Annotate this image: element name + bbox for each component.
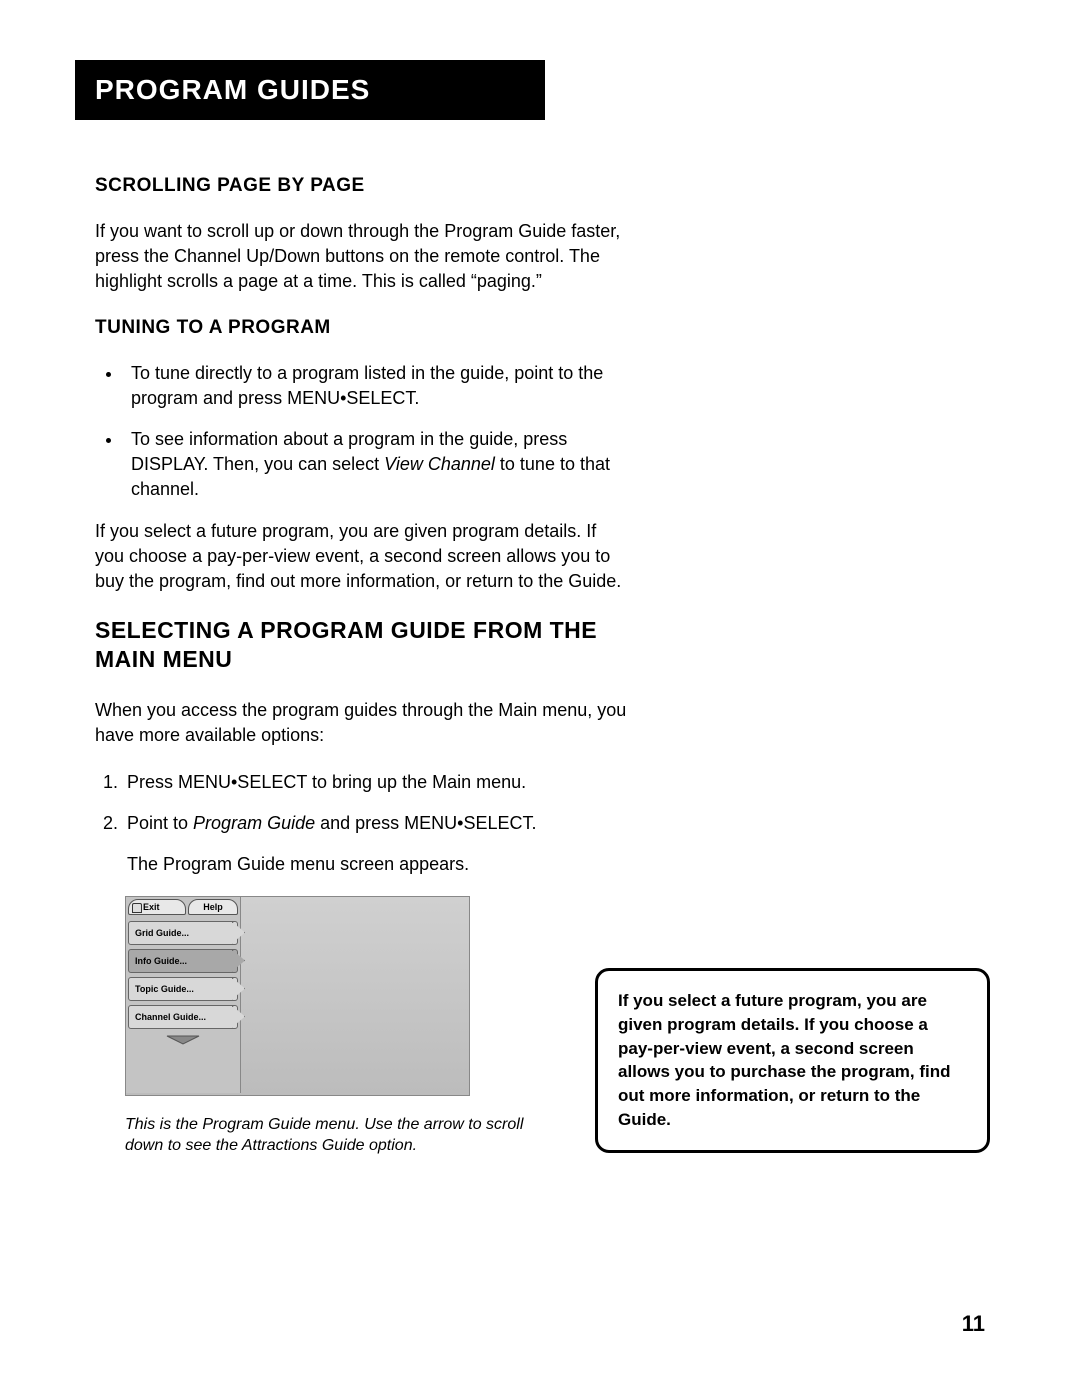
step-2: Point to Program Guide and press MENU•SE… <box>123 811 630 836</box>
menu-item-channel-guide[interactable]: Channel Guide... <box>128 1005 238 1029</box>
chevron-down-icon <box>163 1034 203 1046</box>
menu-panel: Exit Help Grid Guide... Info Guide... To… <box>126 897 241 1093</box>
heading-tuning: Tuning to a Program <box>95 317 630 339</box>
bullet-tune-direct: To tune directly to a program listed in … <box>123 361 630 411</box>
menu-item-grid-guide[interactable]: Grid Guide... <box>128 921 238 945</box>
page-number: 11 <box>962 1311 985 1337</box>
sidebar-note: If you select a future program, you are … <box>595 968 990 1153</box>
para-selecting-intro: When you access the program guides throu… <box>95 698 630 748</box>
step-italic: Program Guide <box>193 813 315 833</box>
step-1: Press MENU•SELECT to bring up the Main m… <box>123 770 630 795</box>
chapter-header: Program Guides <box>75 60 545 120</box>
tuning-bullets: To tune directly to a program listed in … <box>95 361 630 503</box>
para-tuning-after: If you select a future program, you are … <box>95 519 630 595</box>
bullet-tune-info: To see information about a program in th… <box>123 427 630 503</box>
menu-item-info-guide[interactable]: Info Guide... <box>128 949 238 973</box>
heading-selecting: Selecting a Program Guide from the Main … <box>95 616 630 674</box>
bullet-italic: View Channel <box>384 454 495 474</box>
heading-scrolling: Scrolling Page by Page <box>95 175 630 197</box>
menu-top-tabs: Exit Help <box>128 899 238 915</box>
main-content: Scrolling Page by Page If you want to sc… <box>95 175 630 1157</box>
help-tab[interactable]: Help <box>188 899 238 915</box>
selecting-steps: Press MENU•SELECT to bring up the Main m… <box>95 770 630 836</box>
chapter-title: Program Guides <box>95 74 370 106</box>
para-scrolling: If you want to scroll up or down through… <box>95 219 630 295</box>
step-2-sub: The Program Guide menu screen appears. <box>127 852 630 877</box>
program-guide-menu-screenshot: Exit Help Grid Guide... Info Guide... To… <box>125 896 470 1096</box>
step-text: Point to <box>127 813 193 833</box>
exit-tab[interactable]: Exit <box>128 899 186 915</box>
scroll-down-arrow[interactable] <box>128 1033 238 1051</box>
menu-item-topic-guide[interactable]: Topic Guide... <box>128 977 238 1001</box>
step-text: and press MENU•SELECT. <box>315 813 536 833</box>
screenshot-caption: This is the Program Guide menu. Use the … <box>125 1114 525 1157</box>
